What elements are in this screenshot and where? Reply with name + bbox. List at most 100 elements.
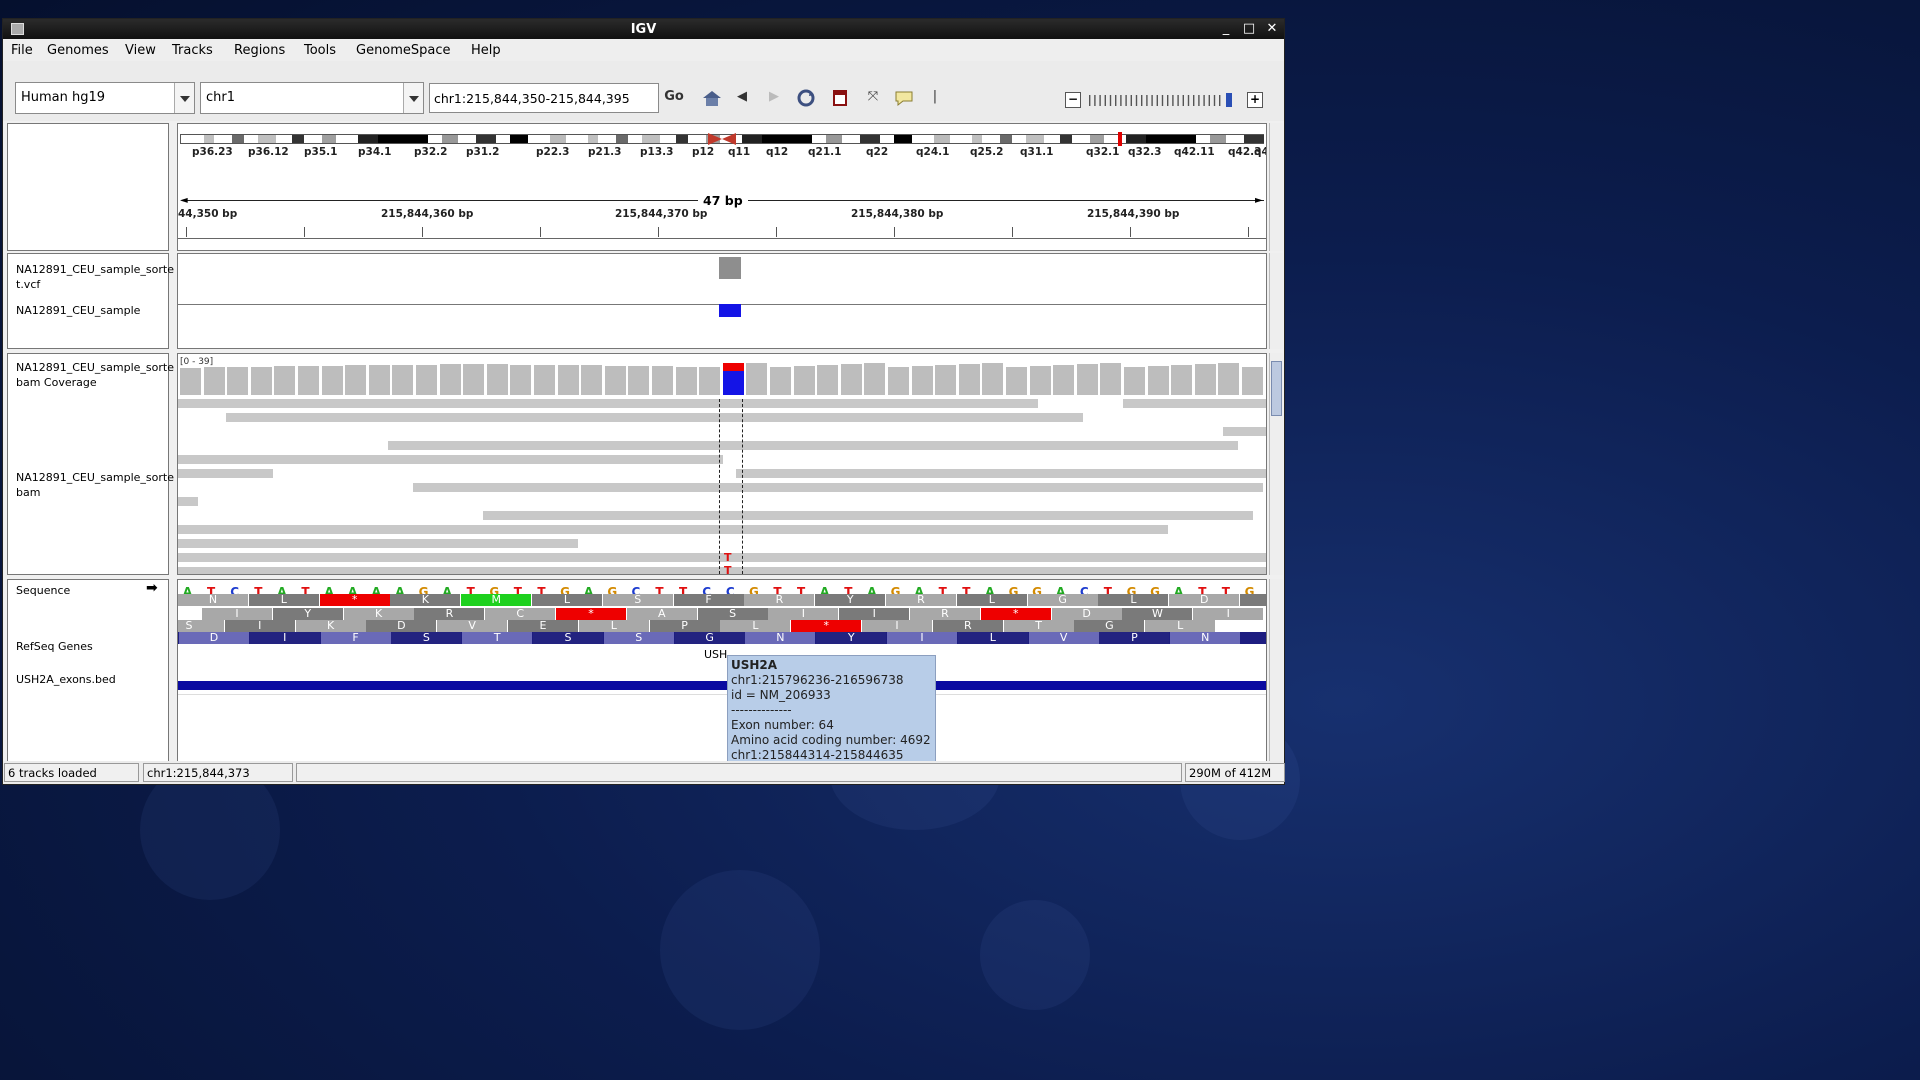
coverage-bar[interactable] <box>1006 367 1027 395</box>
coverage-bar[interactable] <box>439 364 461 395</box>
coverage-bar[interactable] <box>1171 365 1193 395</box>
menu-genomespace[interactable]: GenomeSpace <box>356 43 451 58</box>
coverage-bar[interactable] <box>864 363 886 395</box>
coverage-bar[interactable] <box>652 366 673 395</box>
coverage-track[interactable] <box>178 358 1266 395</box>
read-alignment[interactable] <box>388 441 1238 450</box>
coverage-bar[interactable] <box>958 364 980 395</box>
chromosome-ideogram[interactable]: p36.23 p36.12 p35.1 p34.1 p32.2 p31.2 p22.3 p21… <box>178 124 1266 164</box>
sequence-track-name[interactable]: Sequence <box>16 583 70 598</box>
read-alignment[interactable] <box>1123 399 1266 408</box>
coverage-bar[interactable] <box>1053 365 1075 395</box>
coverage-bar[interactable] <box>699 367 721 395</box>
coverage-bar[interactable] <box>227 367 249 395</box>
zoom-in-icon[interactable]: + <box>1247 92 1263 108</box>
coverage-bar[interactable] <box>1100 363 1122 395</box>
coverage-bar[interactable] <box>888 367 909 395</box>
coverage-track-name[interactable]: NA12891_CEU_sample_sorte bam Coverage <box>16 360 174 390</box>
coverage-bar[interactable] <box>1218 363 1240 395</box>
genotype-call[interactable] <box>719 304 741 317</box>
read-alignment[interactable] <box>413 483 1263 492</box>
roi-icon[interactable] <box>830 89 850 109</box>
read-alignment[interactable] <box>178 567 1266 574</box>
read-alignment[interactable] <box>178 399 1038 408</box>
header-scrollbar[interactable] <box>1269 123 1283 251</box>
coverage-bar[interactable] <box>1076 364 1098 395</box>
coverage-bar[interactable] <box>1124 367 1145 395</box>
ruler-icon[interactable]: | <box>932 89 938 109</box>
zoom-thumb[interactable] <box>1226 93 1232 107</box>
coverage-bar[interactable] <box>1242 367 1263 395</box>
chevron-down-icon[interactable] <box>174 83 194 113</box>
coverage-bar[interactable] <box>392 365 414 395</box>
coverage-bar[interactable] <box>1194 364 1216 395</box>
coverage-bar[interactable] <box>463 364 485 395</box>
coverage-bar[interactable] <box>510 365 532 395</box>
alignment-track[interactable]: TT <box>178 399 1266 574</box>
coverage-bar[interactable] <box>180 368 201 395</box>
read-alignment[interactable] <box>178 553 1208 562</box>
coverage-bar[interactable] <box>982 363 1004 395</box>
read-alignment[interactable] <box>178 525 1168 534</box>
bam-scroll-thumb[interactable] <box>1271 361 1282 416</box>
sample-track-name[interactable]: NA12891_CEU_sample <box>16 303 140 318</box>
coverage-bar[interactable] <box>345 365 367 395</box>
coverage-bar[interactable] <box>486 364 508 395</box>
locus-input[interactable]: chr1:215,844,350-215,844,395 <box>429 83 659 113</box>
vcf-scrollbar[interactable] <box>1269 253 1283 349</box>
menu-view[interactable]: View <box>125 43 156 58</box>
read-alignment[interactable] <box>736 469 1266 478</box>
close-icon[interactable]: ✕ <box>1263 21 1281 37</box>
coverage-bar[interactable] <box>368 365 390 395</box>
maximize-icon[interactable]: □ <box>1240 21 1258 37</box>
read-alignment[interactable] <box>226 413 1083 422</box>
read-alignment[interactable] <box>178 539 578 548</box>
coverage-bar[interactable] <box>746 363 768 395</box>
read-alignment[interactable] <box>178 455 723 464</box>
resize-icon[interactable]: ⤧ <box>863 89 883 109</box>
exon-feature[interactable] <box>178 681 1266 690</box>
back-icon[interactable]: ◀ <box>733 89 751 109</box>
chromosome-select[interactable]: chr1 <box>200 82 424 114</box>
coverage-bar[interactable] <box>675 367 697 395</box>
menu-file[interactable]: File <box>11 43 33 58</box>
forward-icon[interactable]: ▶ <box>765 89 783 109</box>
coverage-bar[interactable] <box>604 366 626 395</box>
coverage-bar-variant-alt[interactable] <box>722 363 744 371</box>
vcf-track-name[interactable]: NA12891_CEU_sample_sorte t.vcf <box>16 262 174 292</box>
read-alignment[interactable] <box>178 497 198 506</box>
coverage-bar[interactable] <box>557 365 579 395</box>
coverage-bar[interactable] <box>298 366 319 395</box>
variant-site[interactable] <box>719 257 741 279</box>
minimize-icon[interactable]: _ <box>1217 21 1235 37</box>
alignment-track-name[interactable]: NA12891_CEU_sample_sorte bam <box>16 470 174 500</box>
coverage-bar[interactable] <box>911 366 933 395</box>
refresh-icon[interactable] <box>795 89 817 109</box>
coverage-bar[interactable] <box>250 367 272 395</box>
zoom-slider[interactable] <box>1087 93 1237 107</box>
menu-help[interactable]: Help <box>471 43 501 58</box>
chevron-down-icon[interactable] <box>403 83 423 113</box>
coverage-bar[interactable] <box>534 365 555 395</box>
go-button[interactable]: Go <box>663 89 685 109</box>
popup-info-icon[interactable] <box>893 89 915 109</box>
read-alignment[interactable] <box>1223 427 1266 436</box>
coverage-bar[interactable] <box>416 365 437 395</box>
read-alignment[interactable] <box>178 469 273 478</box>
strand-arrow-icon[interactable]: ➡ <box>146 580 158 596</box>
genome-select[interactable]: Human hg19 <box>15 82 195 114</box>
coverage-bar[interactable] <box>817 365 839 395</box>
exons-track-name[interactable]: USH2A_exons.bed <box>16 672 116 687</box>
coverage-bar[interactable] <box>628 366 650 395</box>
bam-scrollbar[interactable] <box>1269 353 1283 575</box>
coverage-bar[interactable] <box>935 365 957 395</box>
refseq-track-name[interactable]: RefSeq Genes <box>16 639 93 654</box>
home-icon[interactable] <box>700 89 724 109</box>
coverage-bar[interactable] <box>274 366 296 395</box>
feature-scrollbar[interactable] <box>1269 579 1283 779</box>
menu-tracks[interactable]: Tracks <box>172 43 213 58</box>
coverage-bar-variant[interactable] <box>722 371 744 395</box>
coverage-bar[interactable] <box>793 366 815 395</box>
coverage-bar[interactable] <box>1029 366 1051 395</box>
menu-genomes[interactable]: Genomes <box>47 43 109 58</box>
